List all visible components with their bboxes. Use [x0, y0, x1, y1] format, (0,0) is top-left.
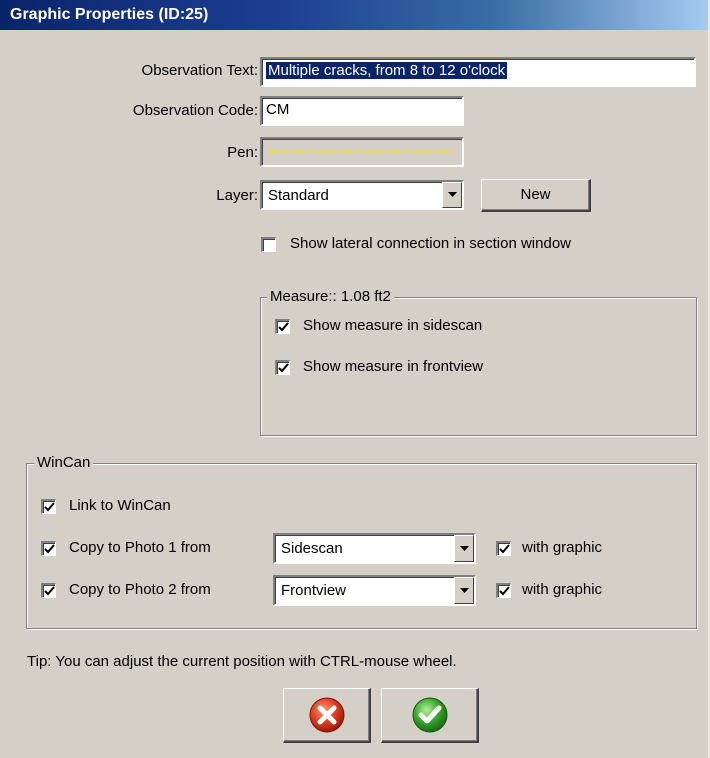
cancel-x-icon	[309, 697, 344, 733]
window-title: Graphic Properties (ID:25)	[10, 6, 209, 23]
layer-value: Standard	[268, 187, 329, 204]
pen-selector[interactable]	[260, 137, 464, 167]
measure-sidescan-label: Show measure in sidescan	[303, 317, 483, 334]
observation-text-input[interactable]: Multiple cracks, from 8 to 12 o'clock	[260, 57, 696, 87]
observation-text-label: Observation Text:	[141, 62, 258, 79]
layer-dropdown-arrow[interactable]	[442, 182, 462, 208]
copy-photo1-label: Copy to Photo 1 from	[69, 539, 211, 556]
photo2-source-value: Frontview	[281, 582, 347, 599]
photo2-dropdown-arrow[interactable]	[454, 577, 474, 604]
chevron-down-icon	[448, 192, 457, 197]
copy-photo2-label: Copy to Photo 2 from	[69, 581, 211, 598]
measure-sidescan-checkbox[interactable]	[275, 319, 290, 334]
photo2-graphic-checkbox[interactable]	[496, 583, 511, 598]
pen-label: Pen:	[227, 144, 258, 161]
pen-line-preview	[270, 150, 454, 153]
new-layer-button[interactable]: New	[481, 179, 591, 212]
ok-check-icon	[412, 697, 447, 733]
graphic-properties-dialog: Graphic Properties (ID:25) Observation T…	[0, 0, 710, 758]
photo1-graphic-label: with graphic	[522, 539, 603, 556]
copy-photo2-checkbox[interactable]	[41, 583, 56, 598]
observation-code-label: Observation Code:	[132, 102, 258, 119]
measure-group-title: Measure:: 1.08 ft2	[267, 288, 394, 305]
checkmark-icon	[278, 363, 289, 373]
chevron-down-icon	[460, 587, 469, 593]
checkmark-icon	[44, 586, 55, 596]
show-lateral-label: Show lateral connection in section windo…	[290, 235, 571, 252]
chevron-down-icon	[460, 545, 469, 551]
show-lateral-checkbox[interactable]	[261, 237, 276, 252]
ok-button[interactable]	[381, 688, 479, 743]
measure-frontview-label: Show measure in frontview	[303, 358, 484, 375]
photo1-source-value: Sidescan	[281, 540, 343, 557]
photo2-source-dropdown[interactable]: Frontview	[273, 575, 476, 606]
observation-code-value: CM	[266, 101, 290, 118]
checkmark-icon	[499, 586, 510, 596]
photo1-dropdown-arrow[interactable]	[454, 535, 474, 562]
observation-text-value: Multiple cracks, from 8 to 12 o'clock	[266, 62, 508, 79]
checkmark-icon	[44, 502, 55, 512]
copy-photo1-checkbox[interactable]	[41, 541, 56, 556]
link-wincan-label: Link to WinCan	[69, 497, 171, 514]
observation-code-input[interactable]: CM	[260, 96, 464, 126]
photo1-source-dropdown[interactable]: Sidescan	[273, 533, 476, 564]
measure-frontview-checkbox[interactable]	[275, 360, 290, 375]
layer-dropdown[interactable]: Standard	[260, 180, 464, 210]
checkmark-icon	[44, 544, 55, 554]
wincan-group-title: WinCan	[34, 454, 94, 471]
checkmark-icon	[278, 322, 289, 332]
title-bar: Graphic Properties (ID:25)	[0, 0, 708, 30]
layer-label: Layer:	[216, 187, 258, 204]
new-layer-button-label: New	[520, 186, 551, 203]
cancel-button[interactable]	[283, 688, 371, 743]
photo1-graphic-checkbox[interactable]	[496, 541, 511, 556]
photo2-graphic-label: with graphic	[522, 581, 603, 598]
tip-text: Tip: You can adjust the current position…	[27, 653, 457, 670]
link-wincan-checkbox[interactable]	[41, 499, 56, 514]
checkmark-icon	[499, 544, 510, 554]
